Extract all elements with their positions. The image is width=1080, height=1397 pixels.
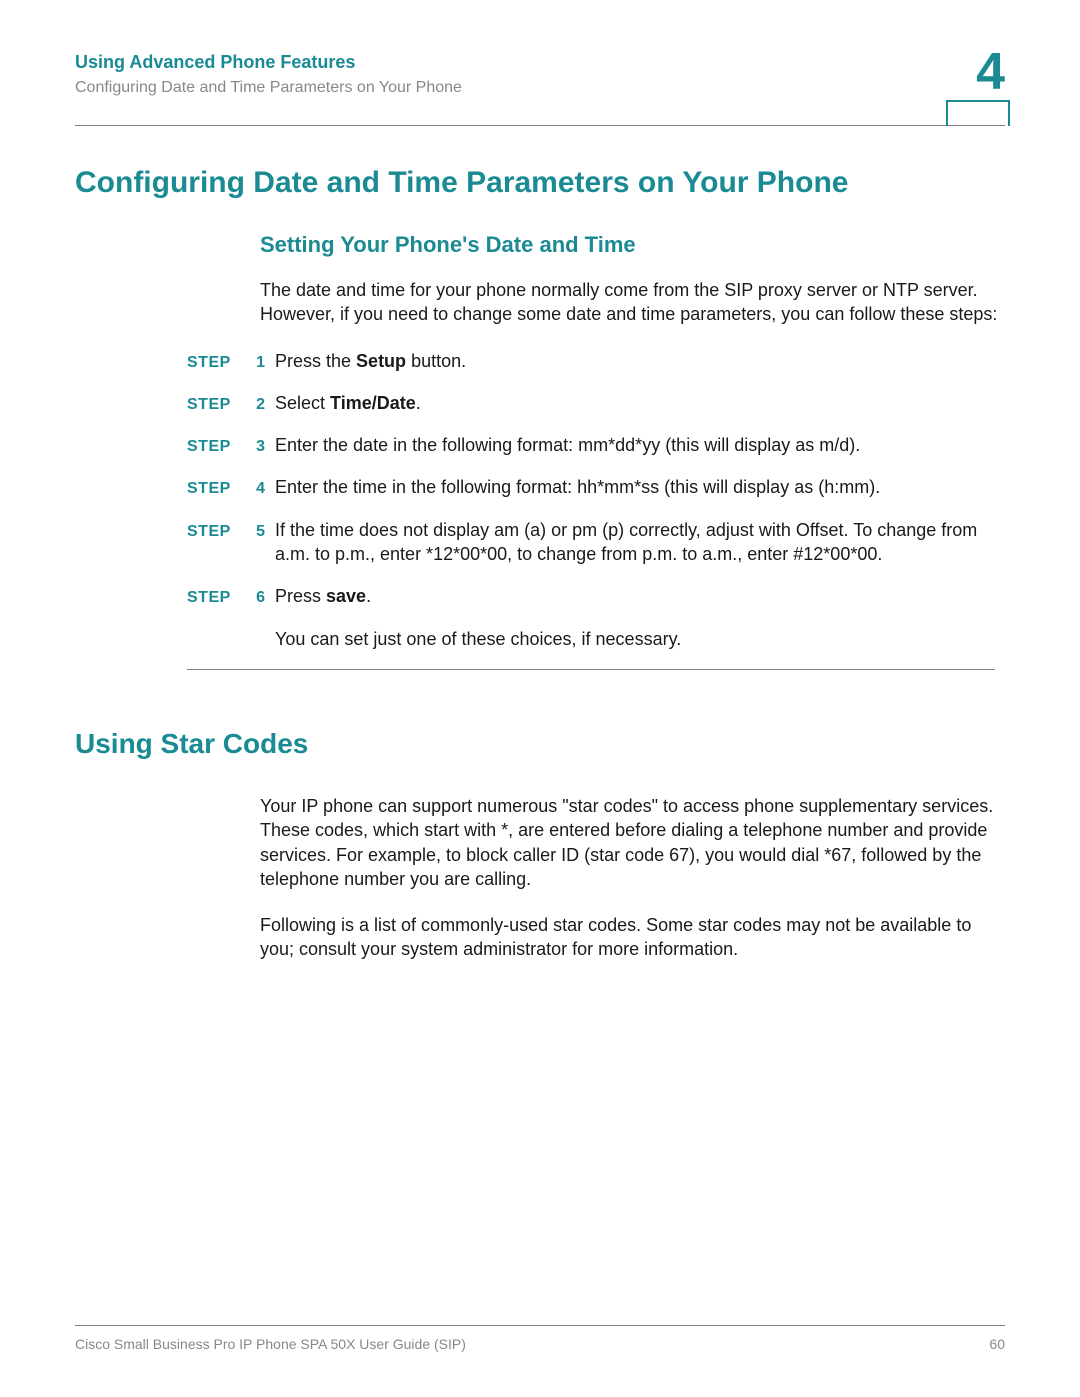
step-bold-term: save <box>326 586 366 606</box>
chapter-title: Using Advanced Phone Features <box>75 52 1005 73</box>
step-label: STEP <box>187 354 245 372</box>
section-date-time: Setting Your Phone's Date and Time The d… <box>260 232 1005 327</box>
step-label: STEP <box>187 523 245 541</box>
chapter-subtitle: Configuring Date and Time Parameters on … <box>75 79 1005 97</box>
header-rule <box>75 125 1005 126</box>
body-paragraph: Following is a list of commonly-used sta… <box>260 913 1005 962</box>
step-text: Select Time/Date. <box>275 391 995 415</box>
step-note: You can set just one of these choices, i… <box>275 627 995 651</box>
steps-end-rule <box>187 669 995 670</box>
section-heading: Setting Your Phone's Date and Time <box>260 232 1005 258</box>
footer-page-number: 60 <box>989 1336 1005 1352</box>
chapter-number-box-icon <box>946 100 1010 102</box>
step-row: STEP3Enter the date in the following for… <box>187 433 995 457</box>
step-bold-term: Setup <box>356 351 406 371</box>
step-row: STEP6Press save. <box>187 584 995 608</box>
section-star-codes: Your IP phone can support numerous "star… <box>260 794 1005 962</box>
footer-rule <box>75 1325 1005 1326</box>
section-heading: Using Star Codes <box>75 728 1005 760</box>
step-text: Enter the date in the following format: … <box>275 433 995 457</box>
step-number: 3 <box>245 438 275 456</box>
step-number: 4 <box>245 480 275 498</box>
step-label: STEP <box>187 396 245 414</box>
section-intro: The date and time for your phone normall… <box>260 278 1005 327</box>
step-row: STEP1Press the Setup button. <box>187 349 995 373</box>
step-row: STEP4Enter the time in the following for… <box>187 475 995 499</box>
step-label: STEP <box>187 480 245 498</box>
page-header: Using Advanced Phone Features Configurin… <box>75 52 1005 125</box>
page: Using Advanced Phone Features Configurin… <box>0 0 1080 1397</box>
step-number: 6 <box>245 589 275 607</box>
step-bold-term: Time/Date <box>330 393 416 413</box>
step-label: STEP <box>187 438 245 456</box>
step-text: Press the Setup button. <box>275 349 995 373</box>
step-number: 5 <box>245 523 275 541</box>
step-text: If the time does not display am (a) or p… <box>275 518 995 567</box>
step-row: STEP5If the time does not display am (a)… <box>187 518 995 567</box>
step-text: Press save. <box>275 584 995 608</box>
step-row: STEP2Select Time/Date. <box>187 391 995 415</box>
footer-doc-title: Cisco Small Business Pro IP Phone SPA 50… <box>75 1336 466 1352</box>
page-title: Configuring Date and Time Parameters on … <box>75 166 1005 200</box>
step-text: Enter the time in the following format: … <box>275 475 995 499</box>
chapter-number: 4 <box>976 42 1005 102</box>
page-footer: Cisco Small Business Pro IP Phone SPA 50… <box>75 1325 1005 1352</box>
step-number: 1 <box>245 354 275 372</box>
step-list: STEP1Press the Setup button.STEP2Select … <box>187 349 995 670</box>
body-paragraph: Your IP phone can support numerous "star… <box>260 794 1005 891</box>
step-number: 2 <box>245 396 275 414</box>
step-label: STEP <box>187 589 245 607</box>
